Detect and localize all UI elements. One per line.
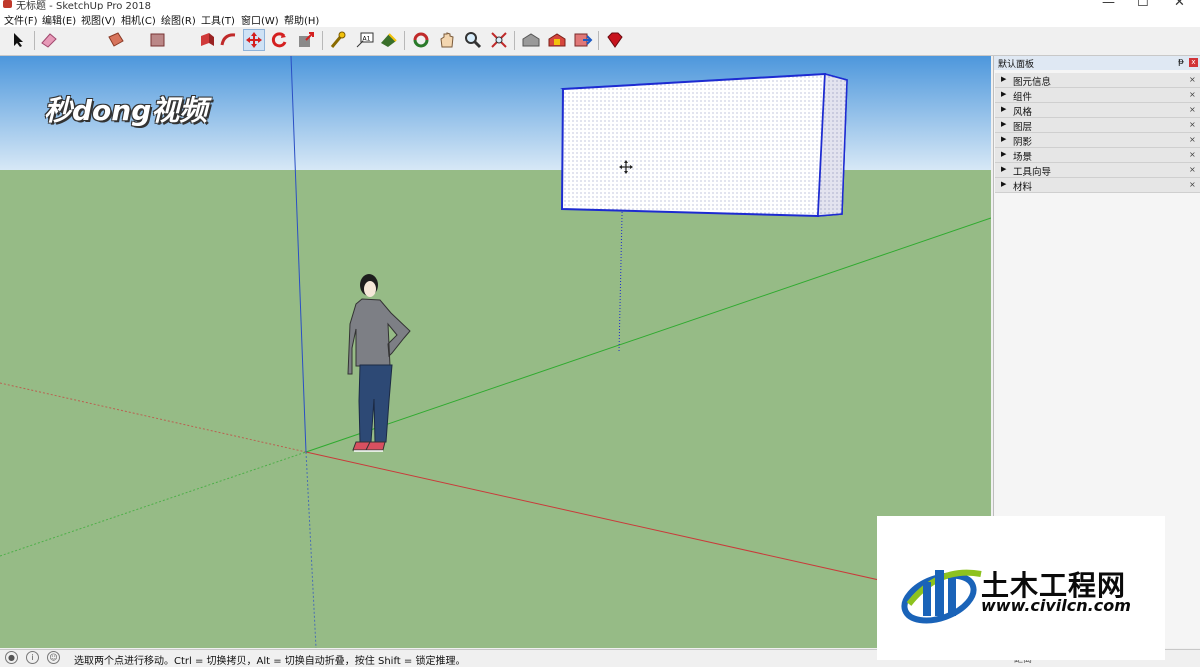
expand-arrow-icon: ▶ (1001, 120, 1007, 128)
warehouse-icon[interactable] (520, 29, 542, 51)
tray-close-icon[interactable]: × (1189, 120, 1196, 129)
menu-edit[interactable]: 编辑(E) (42, 12, 76, 27)
tray-close-icon[interactable]: × (1189, 75, 1196, 84)
maximize-button[interactable]: ☐ (1137, 0, 1149, 10)
expand-arrow-icon: ▶ (1001, 105, 1007, 113)
tray-close-icon[interactable]: × (1189, 105, 1196, 114)
tray-close-icon[interactable]: × (1189, 165, 1196, 174)
pan-icon[interactable] (436, 29, 458, 51)
menu-help[interactable]: 帮助(H) (284, 12, 319, 27)
tape-measure-icon[interactable] (327, 29, 349, 51)
tray-scenes[interactable]: ▶ 场景 × (995, 148, 1200, 163)
menu-bar: 文件(F) 编辑(E) 视图(V) 相机(C) 绘图(R) 工具(T) 窗口(W… (0, 10, 1200, 27)
selected-box-object[interactable] (560, 72, 848, 218)
menu-view[interactable]: 视图(V) (81, 12, 116, 27)
user-icon[interactable]: ☺ (47, 651, 60, 664)
zoom-extents-icon[interactable] (488, 29, 510, 51)
text-tool-glyph: A1 (363, 36, 371, 43)
scale-icon[interactable] (295, 29, 317, 51)
ground-plane (0, 170, 991, 648)
pin-icon[interactable]: ᵽ (1178, 57, 1184, 67)
paint-bucket-icon[interactable] (105, 29, 127, 51)
expand-arrow-icon: ▶ (1001, 75, 1007, 83)
tray-entity-info[interactable]: ▶ 图元信息 × (995, 73, 1200, 88)
select-arrow-icon[interactable] (8, 29, 30, 51)
expand-arrow-icon: ▶ (1001, 165, 1007, 173)
zoom-icon[interactable] (462, 29, 484, 51)
panel-header: 默认面板 ᵽ x (994, 56, 1200, 70)
tray-layers[interactable]: ▶ 图层 × (995, 118, 1200, 133)
geo-location-icon[interactable]: ● (5, 651, 18, 664)
scene-canvas[interactable] (0, 56, 991, 648)
tray-close-icon[interactable]: × (1189, 150, 1196, 159)
menu-camera[interactable]: 相机(C) (121, 12, 156, 27)
follow-me-icon[interactable] (218, 29, 240, 51)
tray-close-icon[interactable]: × (1189, 135, 1196, 144)
tray-instructor[interactable]: ▶ 工具向导 × (995, 163, 1200, 178)
expand-arrow-icon: ▶ (1001, 180, 1007, 188)
paint-icon[interactable] (378, 29, 400, 51)
drawing-viewport[interactable]: 秒dong视频 (0, 56, 991, 648)
expand-arrow-icon: ▶ (1001, 90, 1007, 98)
rotate-icon[interactable] (268, 29, 290, 51)
menu-draw[interactable]: 绘图(R) (161, 12, 196, 27)
top-watermark-logo: 秒dong视频 (44, 94, 208, 127)
expand-arrow-icon: ▶ (1001, 150, 1007, 158)
text-icon[interactable]: A1 (354, 29, 376, 51)
ruby-icon[interactable] (604, 29, 626, 51)
orbit-icon[interactable] (410, 29, 432, 51)
expand-arrow-icon: ▶ (1001, 135, 1007, 143)
info-icon[interactable]: i (26, 651, 39, 664)
tray-shadows[interactable]: ▶ 阴影 × (995, 133, 1200, 148)
extension-warehouse-icon[interactable] (546, 29, 568, 51)
move-icon[interactable] (243, 29, 265, 51)
minimize-button[interactable]: — (1102, 0, 1115, 10)
panel-title: 默认面板 (998, 60, 1035, 70)
close-button[interactable]: ✕ (1174, 0, 1185, 10)
panel-close-icon[interactable]: x (1189, 58, 1198, 67)
sketchup-app-icon (3, 0, 12, 8)
main-toolbar: A1 (0, 27, 1200, 56)
tray-styles[interactable]: ▶ 风格 × (995, 103, 1200, 118)
watermark-site-url: www.civilcn.com (981, 596, 1131, 615)
window-title: 无标题 - SketchUp Pro 2018 (16, 1, 151, 10)
tray-close-icon[interactable]: × (1189, 180, 1196, 189)
menu-tools[interactable]: 工具(T) (201, 12, 235, 27)
rectangle-icon[interactable] (147, 29, 169, 51)
menu-window[interactable]: 窗口(W) (241, 12, 279, 27)
push-pull-icon[interactable] (196, 29, 218, 51)
send-to-layout-icon[interactable] (572, 29, 594, 51)
menu-file[interactable]: 文件(F) (4, 12, 38, 27)
tray-close-icon[interactable]: × (1189, 90, 1196, 99)
eraser-icon[interactable] (38, 29, 60, 51)
bottom-watermark: 土木工程网 www.civilcn.com (877, 516, 1165, 660)
title-bar: 无标题 - SketchUp Pro 2018 — ☐ ✕ (0, 0, 1200, 10)
tray-components[interactable]: ▶ 组件 × (995, 88, 1200, 103)
tray-materials[interactable]: ▶ 材料 × (995, 178, 1200, 193)
